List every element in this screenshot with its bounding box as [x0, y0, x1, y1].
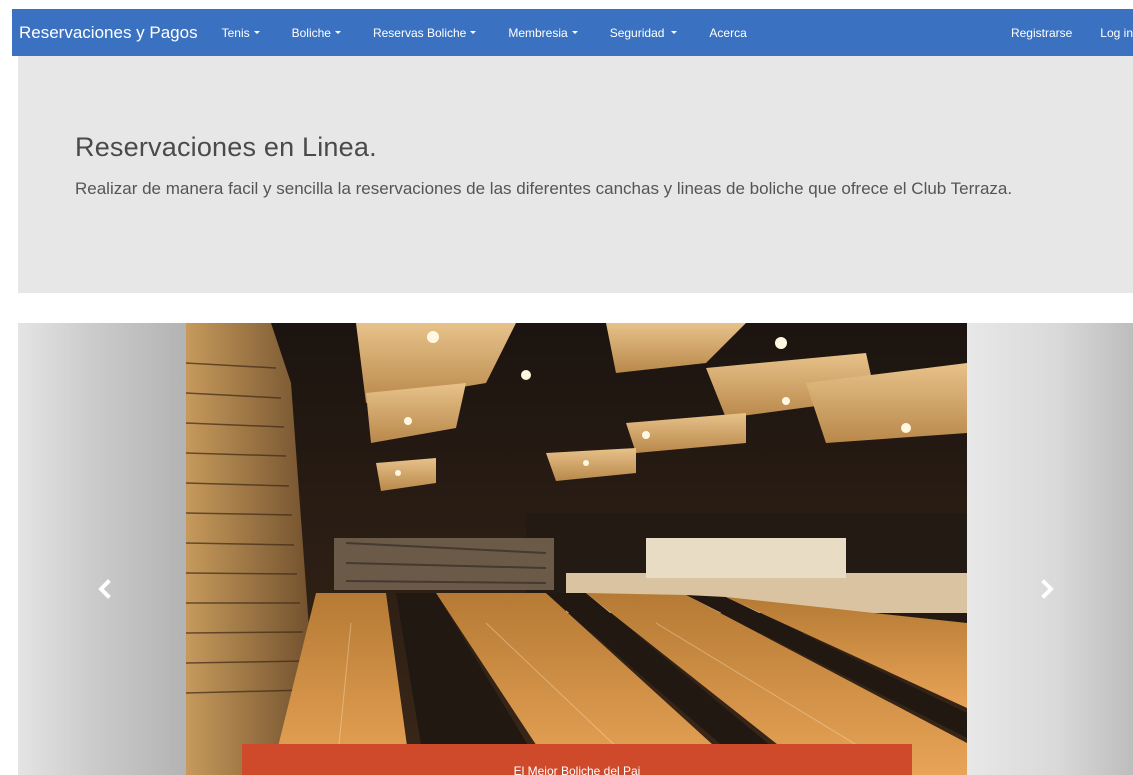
nav-seguridad-dropdown[interactable]: Seguridad [610, 26, 678, 40]
carousel-caption: El Mejor Boliche del Pai [242, 744, 912, 775]
page-title: Reservaciones en Linea. [75, 132, 377, 162]
bowling-alley-image [186, 323, 967, 775]
caret-down-icon [671, 31, 678, 34]
nav-right-group: Registrarse Log in [983, 9, 1133, 56]
nav-membresia-label: Membresia [508, 25, 568, 40]
nav-membresia-dropdown[interactable]: Membresia [508, 25, 578, 40]
nav-reservas-boliche-dropdown[interactable]: Reservas Boliche [372, 25, 477, 40]
nav-reservas-boliche-label: Reservas Boliche [372, 25, 467, 40]
nav-seguridad-label: Seguridad [609, 25, 665, 40]
jumbotron: Reservaciones en Linea. Realizar de mane… [18, 56, 1133, 293]
register-link[interactable]: Registrarse [1011, 26, 1072, 40]
top-navbar: Reservaciones y Pagos Tenis Boliche Rese… [12, 9, 1133, 56]
caret-down-icon [571, 31, 578, 34]
nav-tenis-dropdown[interactable]: Tenis [222, 26, 260, 40]
caret-down-icon [470, 31, 477, 34]
chevron-left-icon [98, 579, 111, 599]
brand-link[interactable]: Reservaciones y Pagos [19, 23, 198, 43]
nav-tenis-label: Tenis [221, 25, 250, 40]
carousel-slide-image: El Mejor Boliche del Pai [186, 323, 967, 775]
login-link[interactable]: Log in [1100, 26, 1133, 40]
nav-acerca-link[interactable]: Acerca [709, 26, 746, 40]
caret-down-icon [334, 31, 341, 34]
carousel-prev-button[interactable] [18, 323, 186, 775]
nav-boliche-label: Boliche [291, 25, 331, 40]
chevron-right-icon [1041, 579, 1054, 599]
caret-down-icon [253, 31, 260, 34]
intro-text: Realizar de manera facil y sencilla la r… [75, 179, 1013, 198]
nav-boliche-dropdown[interactable]: Boliche [292, 26, 341, 40]
image-carousel: El Mejor Boliche del Pai [18, 323, 1133, 775]
carousel-next-button[interactable] [967, 323, 1133, 775]
